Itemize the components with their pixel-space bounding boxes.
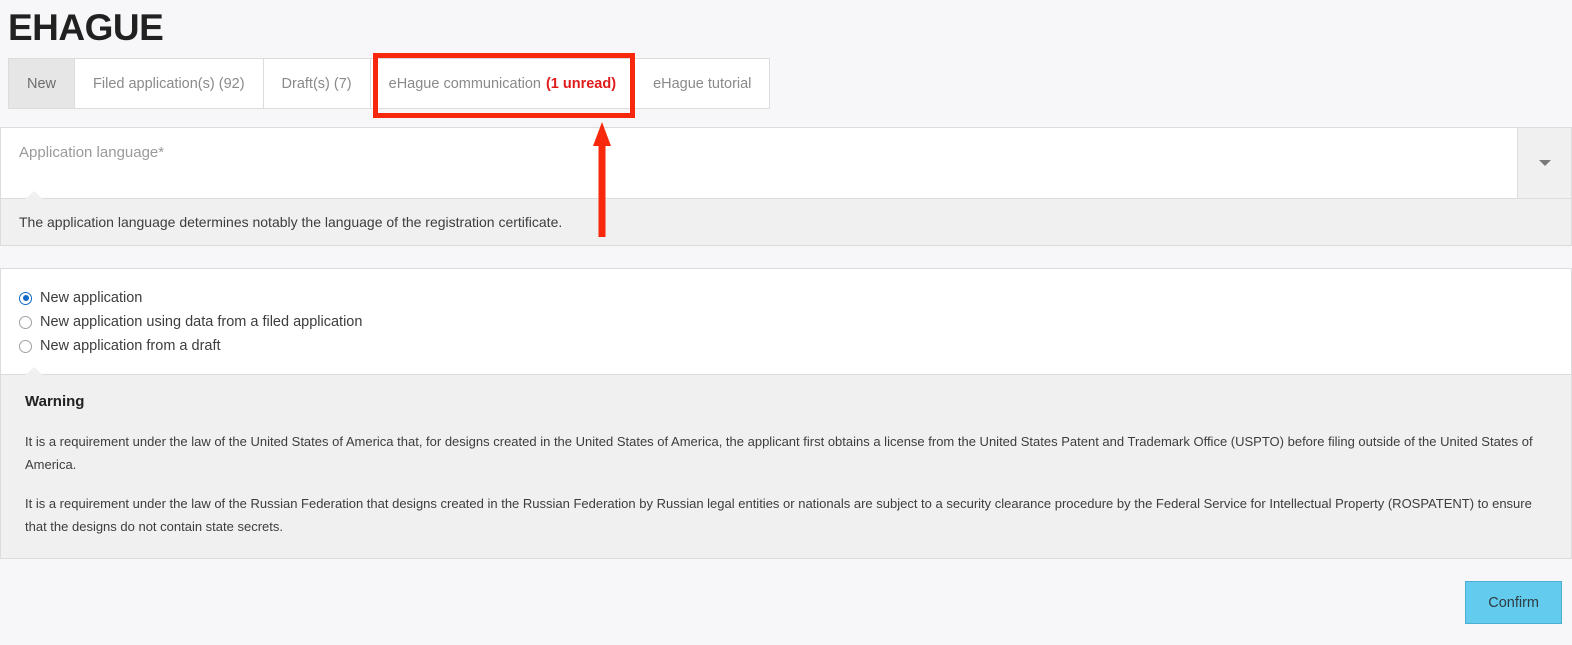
radio-label: New application from a draft — [40, 338, 221, 354]
application-language-row: Application language* — [0, 127, 1572, 198]
application-language-help-text: The application language determines nota… — [19, 214, 562, 230]
warning-heading: Warning — [25, 393, 1549, 410]
tab-label: eHague communication — [389, 76, 541, 92]
warning-panel: Warning It is a requirement under the la… — [0, 374, 1572, 559]
tab-label: eHague tutorial — [653, 76, 751, 92]
radio-mark-icon — [19, 316, 32, 329]
footer-actions: Confirm — [0, 581, 1562, 624]
radio-label: New application — [40, 290, 142, 306]
radio-new-application-from-draft[interactable]: New application from a draft — [19, 334, 1571, 358]
unread-badge: (1 unread) — [546, 76, 616, 92]
radio-new-application-from-filed[interactable]: New application using data from a filed … — [19, 310, 1571, 334]
radio-mark-icon — [19, 340, 32, 353]
tab-ehague-tutorial[interactable]: eHague tutorial — [635, 58, 770, 109]
application-type-options: New application New application using da… — [0, 268, 1572, 374]
tab-new[interactable]: New — [8, 58, 75, 109]
panel-notch-icon — [25, 367, 43, 375]
warning-paragraph: It is a requirement under the law of the… — [25, 430, 1549, 476]
chevron-down-icon — [1539, 160, 1551, 166]
radio-new-application[interactable]: New application — [19, 286, 1571, 310]
tab-ehague-communication[interactable]: eHague communication (1 unread) — [371, 58, 635, 109]
warning-paragraph: It is a requirement under the law of the… — [25, 492, 1549, 538]
tab-drafts[interactable]: Draft(s) (7) — [264, 58, 371, 109]
tab-bar: New Filed application(s) (92) Draft(s) (… — [8, 58, 1572, 109]
application-language-input[interactable]: Application language* — [1, 128, 1518, 198]
application-language-placeholder: Application language* — [19, 144, 164, 161]
tab-label: Filed application(s) (92) — [93, 76, 245, 92]
panel-notch-icon — [25, 191, 43, 199]
tab-label: Draft(s) (7) — [282, 76, 352, 92]
confirm-button[interactable]: Confirm — [1465, 581, 1562, 624]
radio-mark-icon — [19, 292, 32, 305]
radio-label: New application using data from a filed … — [40, 314, 362, 330]
tab-filed-applications[interactable]: Filed application(s) (92) — [75, 58, 264, 109]
page-title: EHAGUE — [0, 0, 1572, 50]
application-type-block: New application New application using da… — [0, 268, 1572, 559]
application-language-help-panel: The application language determines nota… — [0, 198, 1572, 246]
application-language-block: Application language* The application la… — [0, 127, 1572, 246]
application-language-dropdown-button[interactable] — [1518, 128, 1571, 198]
tab-label: New — [27, 76, 56, 92]
